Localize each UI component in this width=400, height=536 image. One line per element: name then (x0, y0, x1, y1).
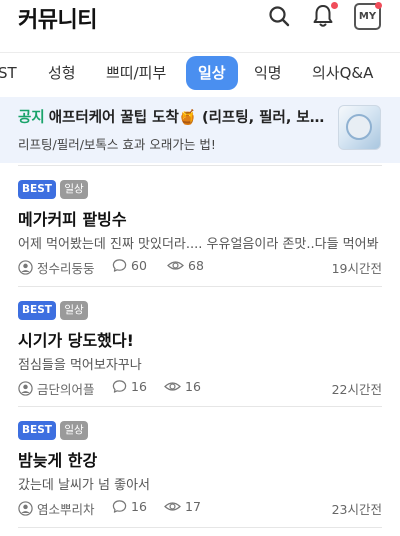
view-count: 68 (167, 258, 204, 273)
author-name: 정수리둥둥 (37, 261, 95, 276)
divider (18, 165, 382, 166)
comment-count-value: 16 (131, 379, 147, 394)
view-count-value: 68 (188, 258, 204, 273)
notice-badge: 공지 (18, 110, 45, 126)
category-tabs: ST 성형 쁘띠/피부 일상 익명 의사Q&A (0, 52, 400, 96)
post-meta: 정수리둥둥 60 68 19시간전 (18, 258, 382, 278)
divider (18, 527, 382, 528)
post-meta: 금단의어플 16 16 22시간전 (18, 379, 382, 399)
search-button[interactable] (264, 1, 294, 31)
tab-petit-skin[interactable]: 쁘띠/피부 (106, 56, 166, 90)
eye-icon (164, 382, 181, 391)
eye-icon (167, 261, 184, 270)
view-count-value: 17 (185, 499, 201, 514)
post-item[interactable]: BEST 일상 밤늦게 한강 갔는데 날씨가 넘 좋아서 염소뿌리차 16 17… (18, 421, 382, 531)
post-author[interactable]: 정수리둥둥 (18, 258, 95, 277)
divider (18, 286, 382, 287)
my-page-notification-dot (375, 2, 382, 9)
comment-count: 60 (112, 258, 147, 273)
post-item[interactable]: BEST 일상 메가커피 팥빙수 어제 먹어봤는데 진짜 맛있더라.... 우유… (18, 180, 382, 290)
best-badge: BEST (18, 301, 56, 320)
comment-icon (112, 380, 127, 393)
my-page-button[interactable]: MY (354, 2, 382, 30)
search-icon (269, 6, 290, 27)
category-badge: 일상 (60, 421, 88, 440)
post-author[interactable]: 염소뿌리차 (18, 499, 95, 518)
post-time: 23시간전 (331, 502, 382, 517)
best-badge: BEST (18, 180, 56, 199)
notice-thumbnail[interactable] (338, 105, 381, 150)
user-icon (18, 260, 33, 275)
post-time: 19시간전 (331, 261, 382, 276)
author-name: 금단의어플 (37, 382, 95, 397)
comment-icon (112, 259, 127, 272)
user-icon (18, 381, 33, 396)
top-app-bar: 커뮤니티 MY (0, 0, 400, 36)
notification-dot (331, 2, 338, 9)
tab-st[interactable]: ST (0, 56, 17, 90)
category-badge: 일상 (60, 180, 88, 199)
view-count: 16 (164, 379, 201, 394)
my-page-icon: MY (358, 11, 377, 22)
user-icon (18, 501, 33, 516)
post-title: 메가커피 팥빙수 (18, 210, 127, 229)
comment-count-value: 16 (131, 499, 147, 514)
divider (18, 406, 382, 407)
comment-count: 16 (112, 499, 147, 514)
post-author[interactable]: 금단의어플 (18, 379, 95, 398)
post-preview: 어제 먹어봤는데 진짜 맛있더라.... 우유얼음이라 존맛..다들 먹어봐 (18, 237, 379, 252)
tab-daily[interactable]: 일상 (186, 56, 238, 90)
post-item[interactable]: BEST 일상 시기가 당도했다! 점심들을 먹어보자꾸나 금단의어플 16 1… (18, 301, 382, 411)
tab-doctor-qa[interactable]: 의사Q&A (312, 56, 373, 90)
comment-count-value: 60 (131, 258, 147, 273)
category-badge: 일상 (60, 301, 88, 320)
post-meta: 염소뿌리차 16 17 23시간전 (18, 499, 382, 519)
view-count: 17 (164, 499, 201, 514)
comment-icon (112, 500, 127, 513)
notice-title: 공지 애프터케어 꿀팁 도착🍯 (리프팅, 필러, 보톡스) (18, 106, 333, 127)
post-time: 22시간전 (331, 382, 382, 397)
post-preview: 점심들을 먹어보자꾸나 (18, 358, 142, 373)
post-title: 시기가 당도했다! (18, 331, 134, 350)
notification-button[interactable] (308, 1, 338, 31)
view-count-value: 16 (185, 379, 201, 394)
tab-anonymous[interactable]: 익명 (254, 56, 282, 90)
notice-title-text: 애프터케어 꿀팁 도착🍯 (리프팅, 필러, 보톡스) (48, 110, 333, 126)
eye-icon (164, 502, 181, 511)
post-preview: 갔는데 날씨가 넘 좋아서 (18, 478, 150, 493)
tab-plastic-surgery[interactable]: 성형 (48, 56, 76, 90)
best-badge: BEST (18, 421, 56, 440)
page-title: 커뮤니티 (18, 8, 97, 33)
notice-subtitle: 리프팅/필러/보톡스 효과 오래가는 법! (18, 137, 216, 152)
comment-count: 16 (112, 379, 147, 394)
thumbnail-image (346, 114, 372, 140)
post-title: 밤늦게 한강 (18, 451, 98, 470)
author-name: 염소뿌리차 (37, 502, 95, 517)
